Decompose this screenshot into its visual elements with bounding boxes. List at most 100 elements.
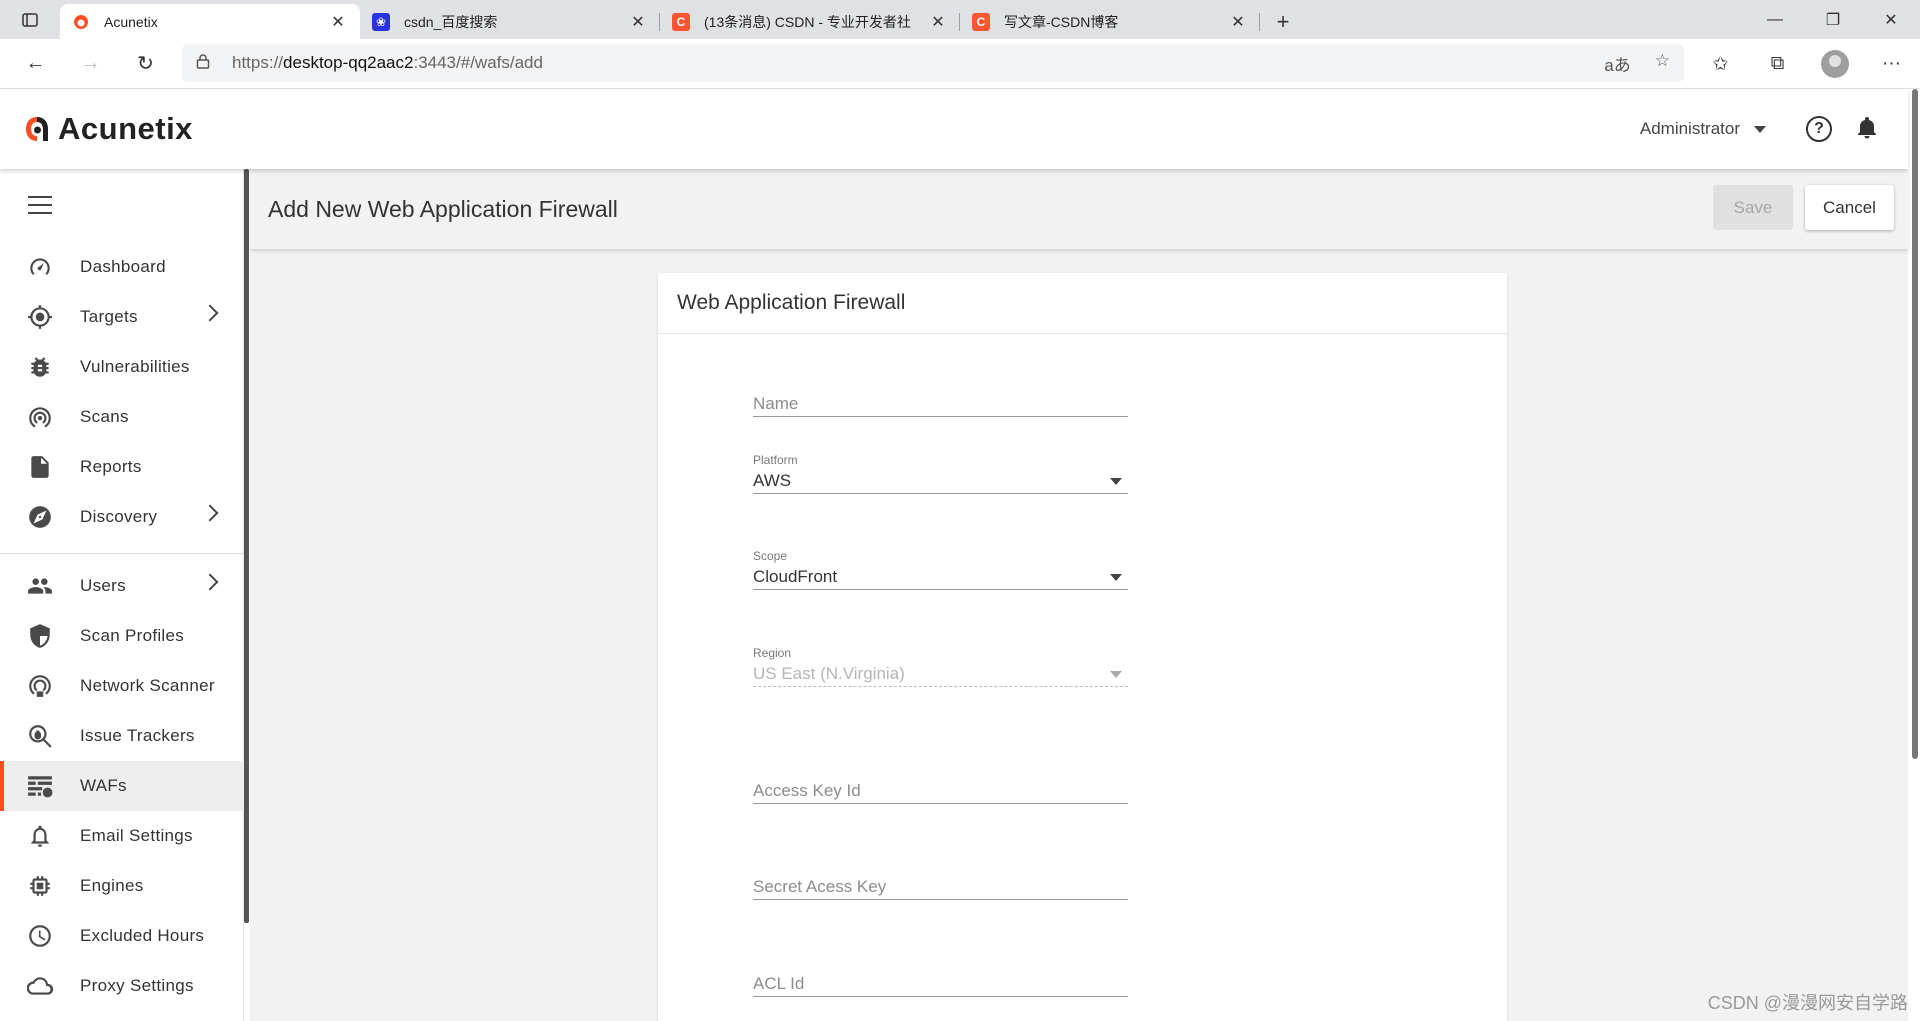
sidebar-item-label: WAFs — [80, 776, 127, 795]
sidebar-item-vulnerabilities[interactable]: Vulnerabilities — [0, 342, 244, 392]
chip-icon — [0, 873, 80, 899]
sidebar-item-excluded-hours[interactable]: Excluded Hours — [0, 911, 244, 961]
scope-field[interactable]: Scope CloudFront — [753, 549, 1128, 590]
waf-form-card: Web Application Firewall Name Platform A… — [658, 273, 1507, 1021]
sidebar-item-users[interactable]: Users — [0, 561, 244, 611]
save-button[interactable]: Save — [1713, 185, 1793, 230]
back-button[interactable]: ← — [8, 44, 63, 84]
sidebar-item-dashboard[interactable]: Dashboard — [0, 242, 244, 292]
forward-button[interactable]: → — [63, 44, 118, 84]
profile-avatar[interactable] — [1806, 50, 1863, 78]
sidebar-item-scan-profiles[interactable]: Scan Profiles — [0, 611, 244, 661]
browser-tab-strip: Acunetix ✕ ❀ csdn_百度搜索 ✕ C (13条消息) CSDN … — [0, 0, 1920, 39]
user-menu-label: Administrator — [1639, 119, 1740, 138]
tab-actions-icon[interactable] — [0, 0, 60, 39]
more-menu-icon[interactable]: ··· — [1863, 53, 1920, 75]
page-scrollbar[interactable] — [1912, 89, 1918, 759]
lock-icon — [196, 53, 216, 74]
sidebar-item-wafs[interactable]: WAFs — [0, 761, 244, 811]
firewall-icon — [0, 773, 80, 799]
secret-key-input[interactable]: Secret Acess Key — [753, 874, 1128, 900]
report-icon — [0, 454, 80, 480]
close-tab-icon[interactable]: ✕ — [928, 12, 948, 32]
sidebar-item-engines[interactable]: Engines — [0, 861, 244, 911]
tab-title: 写文章-CSDN博客 — [1004, 13, 1119, 30]
shield-icon — [0, 623, 80, 649]
radar-icon — [0, 404, 80, 430]
csdn-favicon-icon: C — [672, 12, 690, 31]
sidebar-item-network-scanner[interactable]: Network Scanner — [0, 661, 244, 711]
region-label: Region — [753, 646, 792, 660]
secret-key-field[interactable]: Secret Acess Key — [753, 874, 1128, 900]
sidebar-item-proxy-settings[interactable]: Proxy Settings — [0, 961, 244, 1011]
sidebar-item-issue-trackers[interactable]: Issue Trackers — [0, 711, 244, 761]
url-path: :3443/#/wafs/add — [413, 53, 543, 72]
favorites-icon[interactable]: ✩ — [1692, 53, 1749, 76]
refresh-button[interactable]: ↻ — [118, 44, 173, 84]
sidebar-item-label: Network Scanner — [80, 676, 215, 695]
address-bar[interactable]: https://desktop-qq2aac2:3443/#/wafs/add … — [182, 44, 1684, 82]
platform-field[interactable]: Platform AWS — [753, 453, 1128, 494]
sidebar-item-targets[interactable]: Targets — [0, 292, 244, 342]
sidebar-item-label: Reports — [80, 457, 142, 476]
browser-tab-baidu[interactable]: ❀ csdn_百度搜索 ✕ — [360, 4, 660, 39]
acunetix-logo[interactable]: Acunetix — [24, 111, 193, 147]
name-input[interactable]: Name — [753, 391, 1128, 417]
browser-tab-csdn-write[interactable]: C 写文章-CSDN博客 ✕ — [960, 4, 1260, 39]
sidebar-item-label: Targets — [80, 307, 138, 326]
app-header: Acunetix Administrator ? — [0, 89, 1908, 169]
bug-icon — [0, 354, 80, 380]
watermark: CSDN @漫漫网安自学路 — [1707, 993, 1908, 1013]
sidebar-item-scans[interactable]: Scans — [0, 392, 244, 442]
close-tab-icon[interactable]: ✕ — [328, 12, 348, 32]
minimize-icon[interactable]: — — [1746, 0, 1804, 39]
browser-tab-acunetix[interactable]: Acunetix ✕ — [60, 4, 360, 39]
sidebar-item-discovery[interactable]: Discovery — [0, 492, 244, 542]
close-window-icon[interactable]: ✕ — [1862, 0, 1920, 39]
sidebar-item-reports[interactable]: Reports — [0, 442, 244, 492]
sidebar: Dashboard Targets Vulnerabilities Scans … — [0, 169, 244, 1021]
compass-icon — [0, 504, 80, 530]
translate-icon[interactable]: aあ — [1604, 51, 1630, 76]
browser-tab-csdn-messages[interactable]: C (13条消息) CSDN - 专业开发者社 ✕ — [660, 4, 960, 39]
page-title: Add New Web Application Firewall — [268, 195, 618, 222]
acl-id-field[interactable]: ACL Id — [753, 971, 1128, 997]
hamburger-menu-icon[interactable] — [28, 196, 52, 220]
sidebar-item-label: Issue Trackers — [80, 726, 195, 745]
user-menu[interactable]: Administrator — [1640, 119, 1766, 139]
cloud-icon — [0, 973, 80, 999]
name-field[interactable]: Name — [753, 391, 1128, 417]
notification-bell-icon[interactable] — [1856, 115, 1878, 144]
sidebar-item-email-settings[interactable]: Email Settings — [0, 811, 244, 861]
scope-label: Scope — [753, 549, 788, 563]
platform-label: Platform — [753, 453, 798, 467]
new-tab-button[interactable]: + — [1260, 4, 1306, 39]
sidebar-scrollbar[interactable] — [244, 169, 249, 923]
close-tab-icon[interactable]: ✕ — [1228, 12, 1248, 32]
sidebar-item-label: Users — [80, 576, 126, 595]
sidebar-item-label: Email Settings — [80, 826, 193, 845]
scope-value: CloudFront — [753, 567, 838, 586]
help-icon[interactable]: ? — [1806, 116, 1832, 142]
restore-icon[interactable]: ❐ — [1804, 0, 1862, 39]
sidebar-item-label: Dashboard — [80, 257, 166, 276]
acunetix-favicon-icon — [72, 12, 90, 31]
sidebar-item-label: Excluded Hours — [80, 926, 205, 945]
chevron-right-icon — [201, 304, 219, 322]
acl-id-input[interactable]: ACL Id — [753, 971, 1128, 997]
url-host: desktop-qq2aac2 — [283, 53, 414, 72]
region-value: US East (N.Virginia) — [753, 664, 905, 683]
clock-icon — [0, 923, 80, 949]
platform-select[interactable]: AWS — [753, 468, 1128, 494]
access-key-field[interactable]: Access Key Id — [753, 778, 1128, 804]
scope-select[interactable]: CloudFront — [753, 564, 1128, 590]
collections-icon[interactable]: ⧉ — [1749, 53, 1806, 75]
main-content: Add New Web Application Firewall Save Ca… — [250, 169, 1908, 1021]
cancel-button[interactable]: Cancel — [1805, 185, 1894, 230]
close-tab-icon[interactable]: ✕ — [628, 12, 648, 32]
access-key-input[interactable]: Access Key Id — [753, 778, 1128, 804]
region-field: Region US East (N.Virginia) — [753, 646, 1128, 687]
add-favorite-icon[interactable]: ☆ — [1655, 51, 1670, 76]
target-icon — [0, 304, 80, 330]
caret-down-icon — [1754, 125, 1766, 133]
